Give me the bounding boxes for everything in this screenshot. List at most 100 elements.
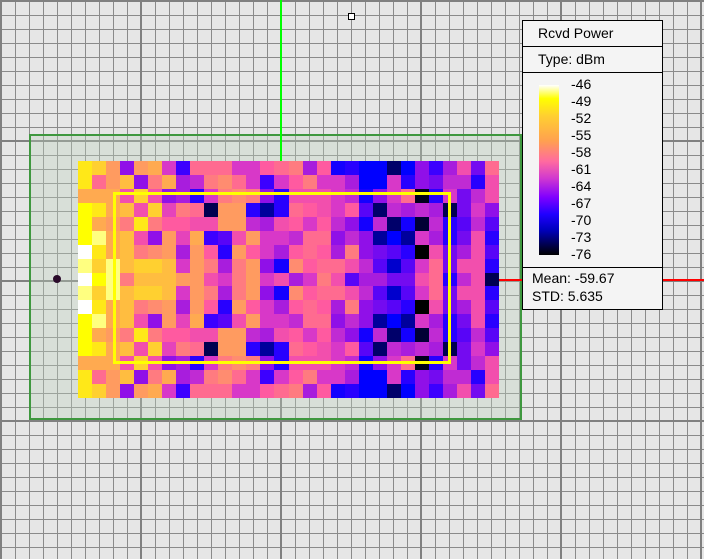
heatmap-cell [484, 174, 499, 189]
heatmap-cell [78, 174, 93, 189]
heatmap-cell [470, 342, 485, 357]
heatmap-cell [470, 272, 485, 287]
study-area-rectangle[interactable] [113, 192, 451, 364]
heatmap-cell [92, 161, 107, 175]
heatmap-cell [232, 161, 247, 175]
heatmap-cell [484, 370, 499, 385]
heatmap-cell [428, 370, 443, 385]
heatmap-cell [176, 174, 191, 189]
heatmap-cell [484, 272, 499, 287]
heatmap-cell [330, 161, 345, 175]
heatmap-cell [78, 272, 93, 287]
heatmap-cell [246, 370, 261, 385]
heatmap-cell [470, 384, 485, 398]
heatmap-cell [190, 370, 205, 385]
heatmap-cell [260, 161, 275, 175]
heatmap-cell [260, 384, 275, 398]
heatmap-cell [456, 272, 471, 287]
heatmap-cell [484, 258, 499, 273]
heatmap-cell [204, 174, 219, 189]
heatmap-cell [78, 342, 93, 357]
heatmap-cell [484, 356, 499, 371]
heatmap-cell [204, 161, 219, 175]
heatmap-cell [414, 370, 429, 385]
heatmap-cell [218, 161, 233, 175]
heatmap-cell [386, 161, 401, 175]
heatmap-cell [442, 161, 457, 175]
heatmap-cell [330, 174, 345, 189]
heatmap-cell [456, 230, 471, 245]
heatmap-cell [92, 384, 107, 398]
heatmap-cell [78, 300, 93, 315]
heatmap-cell [358, 161, 373, 175]
heatmap-cell [484, 328, 499, 343]
heatmap-cell [400, 384, 415, 398]
heatmap-cell [148, 174, 163, 189]
scale-tick-label: -49 [571, 93, 592, 109]
heatmap-cell [484, 244, 499, 259]
heatmap-cell [288, 370, 303, 385]
heatmap-cell [470, 188, 485, 203]
heatmap-cell [358, 384, 373, 398]
scale-tick-label: -52 [571, 110, 592, 126]
heatmap-cell [120, 161, 135, 175]
heatmap-cell [246, 174, 261, 189]
transmitter-point[interactable] [53, 275, 61, 283]
heatmap-cell [316, 161, 331, 175]
scale-tick-label: -67 [571, 195, 592, 211]
heatmap-cell [92, 216, 107, 231]
scale-tick-label: -61 [571, 161, 592, 177]
heatmap-cell [456, 342, 471, 357]
legend-panel: Rcvd Power Type: dBm -46 -49 -52 -55 -58 -61-… [522, 20, 663, 310]
scale-tick-label: -55 [571, 127, 592, 143]
heatmap-cell [344, 384, 359, 398]
heatmap-cell [386, 384, 401, 398]
heatmap-cell [414, 384, 429, 398]
heatmap-cell [190, 161, 205, 175]
heatmap-cell [484, 300, 499, 315]
heatmap-cell [456, 244, 471, 259]
heatmap-cell [372, 384, 387, 398]
heatmap-cell [92, 188, 107, 203]
scale-tick-label: -76 [571, 246, 592, 262]
heatmap-cell [484, 161, 499, 175]
heatmap-cell [372, 370, 387, 385]
mean-value: Mean: -59.67 [532, 270, 615, 286]
heatmap-cell [316, 174, 331, 189]
heatmap-cell [344, 370, 359, 385]
resize-handle[interactable] [348, 13, 355, 20]
heatmap-cell [484, 188, 499, 203]
heatmap-cell [162, 384, 177, 398]
color-scale-bar [539, 85, 559, 255]
heatmap-cell [120, 174, 135, 189]
heatmap-cell [162, 370, 177, 385]
scale-tick-label: -58 [571, 144, 592, 160]
heatmap-cell [78, 370, 93, 385]
heatmap-cell [302, 174, 317, 189]
heatmap-cell [190, 174, 205, 189]
heatmap-cell [274, 174, 289, 189]
heatmap-cell [428, 161, 443, 175]
heatmap-cell [78, 384, 93, 398]
heatmap-cell [120, 370, 135, 385]
heatmap-cell [190, 384, 205, 398]
heatmap-cell [456, 286, 471, 301]
heatmap-cell [232, 174, 247, 189]
legend-stats: Mean: -59.67 STD: 5.635 [523, 267, 662, 305]
y-axis-line [280, 0, 282, 161]
heatmap-cell [260, 370, 275, 385]
heatmap-cell [120, 384, 135, 398]
heatmap-cell [274, 384, 289, 398]
heatmap-cell [288, 384, 303, 398]
heatmap-cell [176, 161, 191, 175]
heatmap-cell [484, 342, 499, 357]
heatmap-cell [316, 370, 331, 385]
heatmap-cell [92, 286, 107, 301]
heatmap-cell [456, 300, 471, 315]
heatmap-cell [372, 174, 387, 189]
heatmap-cell [386, 174, 401, 189]
heatmap-cell [246, 384, 261, 398]
heatmap-cell [302, 370, 317, 385]
heatmap-cell [456, 384, 471, 398]
heatmap-cell [218, 370, 233, 385]
